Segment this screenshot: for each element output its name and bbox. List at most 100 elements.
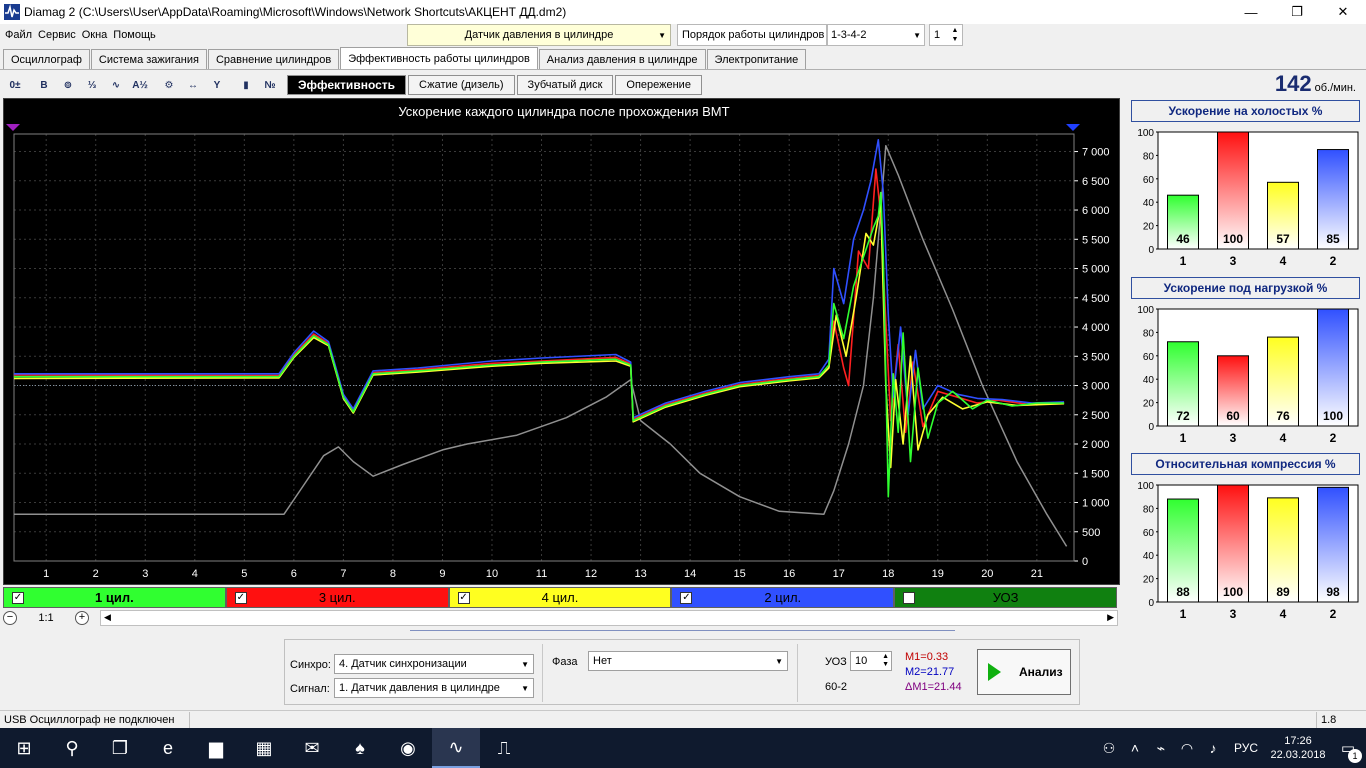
spinner-arrows-icon[interactable]: ▲ ▼ bbox=[882, 653, 889, 669]
analyze-button[interactable]: Анализ bbox=[977, 649, 1071, 695]
menu-file[interactable]: Файл bbox=[2, 29, 35, 41]
chevron-down-icon: ▼ bbox=[775, 657, 783, 666]
channel-toggle-3[interactable]: ✓ 2 цил. bbox=[671, 587, 895, 608]
start-icon[interactable]: ⊞ bbox=[0, 728, 48, 768]
menu-service[interactable]: Сервис bbox=[35, 29, 79, 41]
y-tick-label: 4 500 bbox=[1082, 293, 1110, 305]
filter-icon[interactable]: Y bbox=[205, 74, 229, 96]
checkbox-icon[interactable]: ✓ bbox=[12, 592, 24, 604]
signal-select[interactable]: 1. Датчик давления в цилиндре ▼ bbox=[334, 678, 534, 698]
panel-splitter[interactable] bbox=[410, 630, 955, 636]
cylinder-order-icon[interactable]: ⅓ bbox=[80, 74, 104, 96]
solitaire-icon[interactable]: ♠ bbox=[336, 728, 384, 768]
bar-y-tick-label: 80 bbox=[1143, 504, 1155, 515]
battery-icon[interactable]: ⌁ bbox=[1148, 740, 1174, 757]
zero-offset-icon[interactable]: 0± bbox=[3, 74, 27, 96]
search-icon[interactable]: ⚲ bbox=[48, 728, 96, 768]
bold-icon[interactable]: B bbox=[32, 74, 56, 96]
volume-icon[interactable]: ♪ bbox=[1200, 740, 1226, 756]
minimize-button[interactable]: — bbox=[1228, 0, 1274, 24]
channel-toggle-2[interactable]: ✓ 4 цил. bbox=[448, 587, 672, 608]
marker-values: M1=0.33 M2=21.77 ΔM1=21.44 bbox=[905, 650, 962, 695]
menu-help[interactable]: Помощь bbox=[110, 29, 159, 41]
subtab-3[interactable]: Опережение bbox=[615, 75, 702, 95]
cylinder-spinner-value: 1 bbox=[934, 29, 941, 41]
algorithm-icon[interactable]: A½ bbox=[128, 74, 152, 96]
notifications-icon[interactable]: ▭ 1 bbox=[1330, 739, 1366, 763]
diamag-icon[interactable]: ∿ bbox=[432, 728, 480, 768]
chevron-up-icon[interactable]: ˄ bbox=[1122, 740, 1148, 756]
menu-windows[interactable]: Окна bbox=[79, 29, 111, 41]
plot-frame bbox=[13, 133, 1075, 562]
bar-category-label: 2 bbox=[1330, 431, 1337, 445]
tab-3[interactable]: Эффективность работы цилиндров bbox=[340, 47, 538, 69]
scroll-left-icon[interactable]: ◀ bbox=[104, 612, 111, 623]
bar-chart-icon[interactable]: ▮ bbox=[234, 74, 258, 96]
acceleration-chart-svg[interactable]: Ускорение каждого цилиндра после прохожд… bbox=[4, 99, 1119, 584]
task-view-icon[interactable]: ❐ bbox=[96, 728, 144, 768]
uoz-spinner-value: 10 bbox=[855, 655, 868, 667]
y-tick-label: 2 500 bbox=[1082, 410, 1110, 422]
chrome-icon[interactable]: ◉ bbox=[384, 728, 432, 768]
mail-icon[interactable]: ✉ bbox=[288, 728, 336, 768]
phase-select[interactable]: Нет ▼ bbox=[588, 651, 788, 671]
store-icon[interactable]: ▦ bbox=[240, 728, 288, 768]
uoz-spinner[interactable]: 10 ▲ ▼ bbox=[850, 651, 892, 671]
bar-category-label: 1 bbox=[1180, 431, 1187, 445]
firing-order-select[interactable]: 1-3-4-2 ▼ bbox=[827, 24, 925, 46]
wifi-icon[interactable]: ◠ bbox=[1174, 740, 1200, 757]
tab-5[interactable]: Электропитание bbox=[706, 49, 807, 69]
clock[interactable]: 17:26 22.03.2018 bbox=[1266, 734, 1330, 762]
subtab-0[interactable]: Эффективность bbox=[287, 75, 407, 95]
bar-chart-2: Относительная компрессия % 0 20 40 60 80 100 88… bbox=[1130, 453, 1362, 623]
curve-icon[interactable]: ∿ bbox=[104, 74, 128, 96]
engine-icon[interactable]: ⚙ bbox=[157, 74, 181, 96]
checkbox-icon[interactable]: ✓ bbox=[680, 592, 693, 604]
maximize-button[interactable]: ❐ bbox=[1274, 0, 1320, 24]
app-logo-icon bbox=[4, 4, 20, 20]
spinner-arrows-icon[interactable]: ▲ ▼ bbox=[949, 26, 961, 44]
rpm-icon[interactable]: ⊚ bbox=[56, 74, 80, 96]
bar-chart-svg: 0 20 40 60 80 100 72 1 60 3 76 4 100 2 bbox=[1137, 305, 1359, 445]
people-icon[interactable]: ⚇ bbox=[1096, 740, 1122, 757]
zoom-out-button[interactable]: − bbox=[3, 611, 17, 625]
checkbox-icon[interactable]: ✓ bbox=[234, 592, 247, 604]
acceleration-chart[interactable]: Ускорение каждого цилиндра после прохожд… bbox=[3, 98, 1120, 585]
channel-toggle-4[interactable]: УОЗ bbox=[894, 587, 1117, 608]
y-tick-label: 4 000 bbox=[1082, 322, 1110, 334]
sensor-select[interactable]: Датчик давления в цилиндре ▼ bbox=[407, 24, 671, 46]
tab-1[interactable]: Система зажигания bbox=[90, 49, 207, 69]
x-tick-label: 8 bbox=[390, 568, 396, 580]
explorer-icon[interactable]: ▆ bbox=[192, 728, 240, 768]
title-bar: Diamag 2 (C:\Users\User\AppData\Roaming\… bbox=[0, 0, 1366, 24]
numbers-icon[interactable]: № bbox=[258, 74, 282, 96]
language-indicator[interactable]: РУС bbox=[1226, 741, 1266, 755]
bar-value-label: 100 bbox=[1223, 585, 1243, 599]
x-tick-label: 17 bbox=[833, 568, 845, 580]
tab-4[interactable]: Анализ давления в цилиндре bbox=[538, 49, 706, 69]
checkbox-icon[interactable] bbox=[903, 592, 916, 604]
edge-icon[interactable]: e bbox=[144, 728, 192, 768]
cylinder-spinner[interactable]: 1 ▲ ▼ bbox=[929, 24, 963, 46]
clock-date: 22.03.2018 bbox=[1270, 749, 1326, 761]
scroll-right-icon[interactable]: ▶ bbox=[1107, 612, 1114, 623]
analysis-settings-panel: Синхро: 4. Датчик синхронизации ▼ Сигнал… bbox=[284, 639, 1080, 705]
play-icon bbox=[988, 663, 1001, 681]
subtab-2[interactable]: Зубчатый диск bbox=[516, 75, 614, 95]
sync-select[interactable]: 4. Датчик синхронизации ▼ bbox=[334, 654, 534, 674]
x-tick-label: 15 bbox=[734, 568, 746, 580]
close-button[interactable]: ✕ bbox=[1320, 0, 1366, 24]
checkbox-icon[interactable]: ✓ bbox=[457, 592, 470, 604]
horizontal-scrollbar[interactable]: ◀ ▶ bbox=[100, 610, 1118, 626]
tab-0[interactable]: Осциллограф bbox=[3, 49, 90, 69]
channel-toggle-0[interactable]: ✓ 1 цил. bbox=[3, 587, 226, 608]
subtab-1[interactable]: Сжатие (дизель) bbox=[408, 75, 515, 95]
channel-toggle-1[interactable]: ✓ 3 цил. bbox=[225, 587, 449, 608]
x-tick-label: 5 bbox=[241, 568, 247, 580]
range-icon[interactable]: ↔ bbox=[181, 74, 205, 96]
oscilloscope-icon[interactable]: ⎍ bbox=[480, 728, 528, 768]
signal-label: Сигнал: bbox=[290, 683, 330, 695]
zoom-in-button[interactable]: + bbox=[75, 611, 89, 625]
tab-2[interactable]: Сравнение цилиндров bbox=[207, 49, 340, 69]
marker-delta-m1: ΔM1=21.44 bbox=[905, 681, 962, 693]
